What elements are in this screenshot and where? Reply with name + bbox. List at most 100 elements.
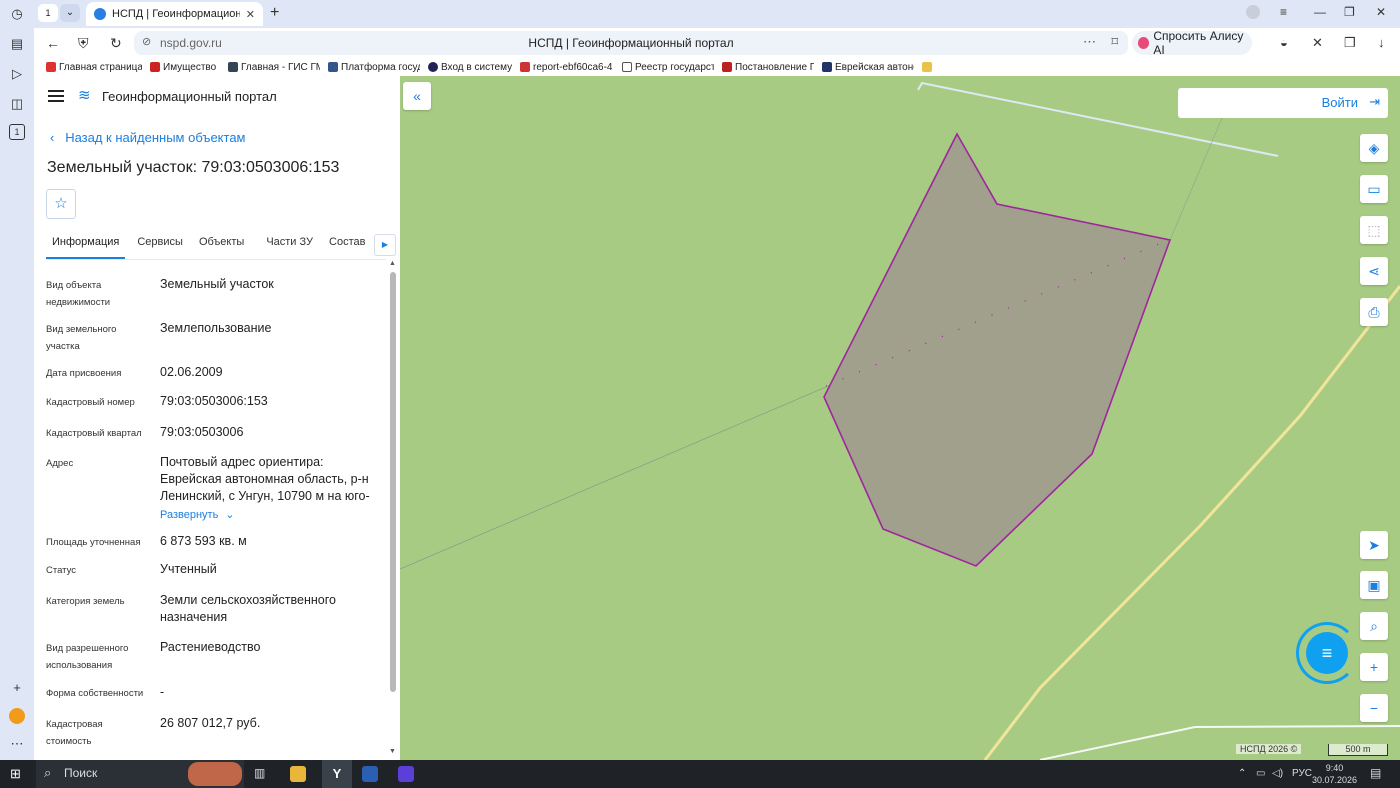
collapse-panel-icon[interactable]: « xyxy=(403,82,431,110)
windows-start-icon[interactable]: ⊞ xyxy=(10,766,26,782)
collections-icon[interactable]: ▤ xyxy=(9,36,25,52)
scroll-up-icon[interactable]: ▲ xyxy=(389,260,396,267)
close-window-icon[interactable]: ✕ xyxy=(1376,5,1386,19)
area-select-icon[interactable]: ⬚ xyxy=(1360,216,1388,244)
alice-icon[interactable] xyxy=(9,708,25,724)
back-to-results-link[interactable]: ‹ Назад к найденным объектам xyxy=(50,130,246,145)
panel-scrollbar[interactable]: ▲ ▼ xyxy=(389,260,396,758)
browser-tab[interactable]: НСПД | Геоинформационный портал ✕ xyxy=(86,2,263,26)
favorite-star-icon[interactable]: ☆ xyxy=(46,189,76,219)
download-icon[interactable]: ↓ xyxy=(1378,35,1385,50)
bookmark-favicon-icon xyxy=(228,62,238,72)
field-label: Кадастровый квартал xyxy=(46,428,142,439)
address-page-title: НСПД | Геоинформационный портал xyxy=(528,36,734,50)
downloads-panel-icon[interactable]: ❒ xyxy=(1344,35,1356,51)
alice-logo-icon xyxy=(1138,37,1150,49)
tabs-scroll-right-icon[interactable]: ▶ xyxy=(374,234,396,256)
tabs-divider xyxy=(46,259,386,260)
clock[interactable]: 9:40 30.07.2026 xyxy=(1312,762,1357,786)
input-language[interactable]: РУС xyxy=(1292,768,1312,779)
menu-icon[interactable]: ≡ xyxy=(1280,5,1287,19)
bookmark-favicon-icon xyxy=(46,62,56,72)
tray-chevron-icon[interactable]: ⌃ xyxy=(1238,768,1246,779)
geo-search-icon[interactable]: ⌕ xyxy=(1360,612,1388,640)
expand-address-link[interactable]: Развернуть ⌄ xyxy=(160,506,380,524)
layers-icon[interactable]: ◈ xyxy=(1360,134,1388,162)
play-icon[interactable]: ▷ xyxy=(9,66,25,82)
word-icon[interactable] xyxy=(362,766,378,782)
bookmark-item[interactable]: Реестр государст xyxy=(622,58,714,76)
map-canvas[interactable]: « Войти ⇥ ◈ ▭ ⬚ ⋖ ⎙ ➤ ▣ ⌕ + − ≡ НСПД 2026… xyxy=(400,76,1400,760)
new-tab-button[interactable]: + xyxy=(270,4,279,22)
volume-icon[interactable]: ◁) xyxy=(1272,768,1283,779)
bookmark-item[interactable]: Имущество xyxy=(150,58,220,76)
zoom-in-icon[interactable]: + xyxy=(1360,653,1388,681)
ask-alice-button[interactable]: Спросить Алису AI xyxy=(1132,29,1252,57)
bookmark-item[interactable]: Постановление П xyxy=(722,58,814,76)
tab-list-chevron-icon[interactable]: ⌄ xyxy=(60,4,80,22)
protect-icon[interactable]: ⛨ xyxy=(78,35,89,52)
tab-information[interactable]: Информация xyxy=(46,229,126,259)
screenshot-icon[interactable]: ◫ xyxy=(9,96,25,112)
field-value: 6 873 593 кв. м xyxy=(160,534,247,548)
folder-icon xyxy=(922,62,932,72)
bookmark-item[interactable]: Главная - ГИС ГМ xyxy=(228,58,320,76)
restore-icon[interactable]: ❐ xyxy=(1344,5,1355,19)
add-icon[interactable]: + xyxy=(9,680,25,696)
bookmark-item[interactable]: Главная страница xyxy=(46,58,142,76)
more-icon[interactable]: ⋯ xyxy=(9,736,25,752)
scroll-down-icon[interactable]: ▼ xyxy=(389,748,396,755)
ruler-icon[interactable]: ▭ xyxy=(1360,175,1388,203)
bookmark-item[interactable]: Платформа госуд xyxy=(328,58,420,76)
tab-count-badge[interactable]: 1 xyxy=(38,4,58,22)
address-bar[interactable]: ⊘ nspd.gov.ru НСПД | Геоинформационный п… xyxy=(134,31,1128,55)
field-value: Растениеводство xyxy=(160,640,261,654)
network-icon[interactable]: ▭ xyxy=(1256,768,1265,779)
bookmark-item[interactable]: report-ebf60ca6-4 xyxy=(520,58,614,76)
locate-me-icon[interactable]: ➤ xyxy=(1360,531,1388,559)
field-value: Почтовый адрес ориентира: Еврейская авто… xyxy=(160,455,370,503)
map-scale: 500 m xyxy=(1328,744,1388,756)
reload-icon[interactable]: ↻ xyxy=(110,35,122,52)
zoom-out-icon[interactable]: − xyxy=(1360,694,1388,722)
bookmark-item[interactable]: Еврейская автоно xyxy=(822,58,914,76)
scroll-thumb[interactable] xyxy=(390,272,396,692)
search-highlight-image xyxy=(188,762,242,786)
tab-counter-icon[interactable]: 1 xyxy=(9,124,25,140)
tab-composition[interactable]: Состав xyxy=(323,229,371,259)
tab-title: НСПД | Геоинформационный портал xyxy=(112,8,240,20)
minimap-icon[interactable]: ▣ xyxy=(1360,571,1388,599)
tab-strip: 1 ⌄ НСПД | Геоинформационный портал ✕ + … xyxy=(34,0,1400,28)
field-value: 79:03:0503006:153 xyxy=(160,394,268,408)
chat-icon[interactable]: ≡ xyxy=(1306,632,1348,674)
field-value: 26 807 012,7 руб. xyxy=(160,716,261,730)
field-label: Форма собственности xyxy=(46,688,144,699)
login-button[interactable]: Войти ⇥ xyxy=(1178,88,1388,118)
print-icon[interactable]: ⎙ xyxy=(1360,298,1388,326)
profile-avatar[interactable] xyxy=(1246,5,1260,19)
bookmark-item[interactable]: Вход в систему xyxy=(428,58,512,76)
chevron-down-icon: ⌄ xyxy=(225,509,235,521)
land-parcel[interactable] xyxy=(823,132,1172,567)
tab-objects[interactable]: Объекты xyxy=(193,229,250,259)
tools-icon[interactable]: ✕ xyxy=(1312,35,1323,51)
tab-services[interactable]: Сервисы xyxy=(131,229,189,259)
bookmark-icon[interactable]: ⌑ xyxy=(1111,34,1118,50)
bookmark-favicon-icon xyxy=(822,62,832,72)
file-explorer-icon[interactable] xyxy=(290,766,306,782)
minimize-icon[interactable]: — xyxy=(1314,5,1326,19)
share-icon[interactable]: ⋖ xyxy=(1360,257,1388,285)
history-icon[interactable]: ◷ xyxy=(9,6,25,22)
tab-land-parts[interactable]: Части ЗУ xyxy=(260,229,319,259)
extension-icon[interactable]: ◒ xyxy=(1280,35,1288,50)
close-tab-icon[interactable]: ✕ xyxy=(246,8,255,21)
app-icon[interactable] xyxy=(398,766,414,782)
more-actions-icon[interactable]: ⋯ xyxy=(1083,34,1096,50)
bookmark-item[interactable] xyxy=(922,58,936,76)
field-value: Учтенный xyxy=(160,562,217,576)
task-view-icon[interactable]: ▥ xyxy=(254,766,270,782)
notifications-icon[interactable]: ▤ xyxy=(1370,766,1381,780)
back-icon[interactable]: ← xyxy=(46,35,60,51)
bookmark-favicon-icon xyxy=(428,62,438,72)
hamburger-menu-icon[interactable] xyxy=(48,90,64,102)
